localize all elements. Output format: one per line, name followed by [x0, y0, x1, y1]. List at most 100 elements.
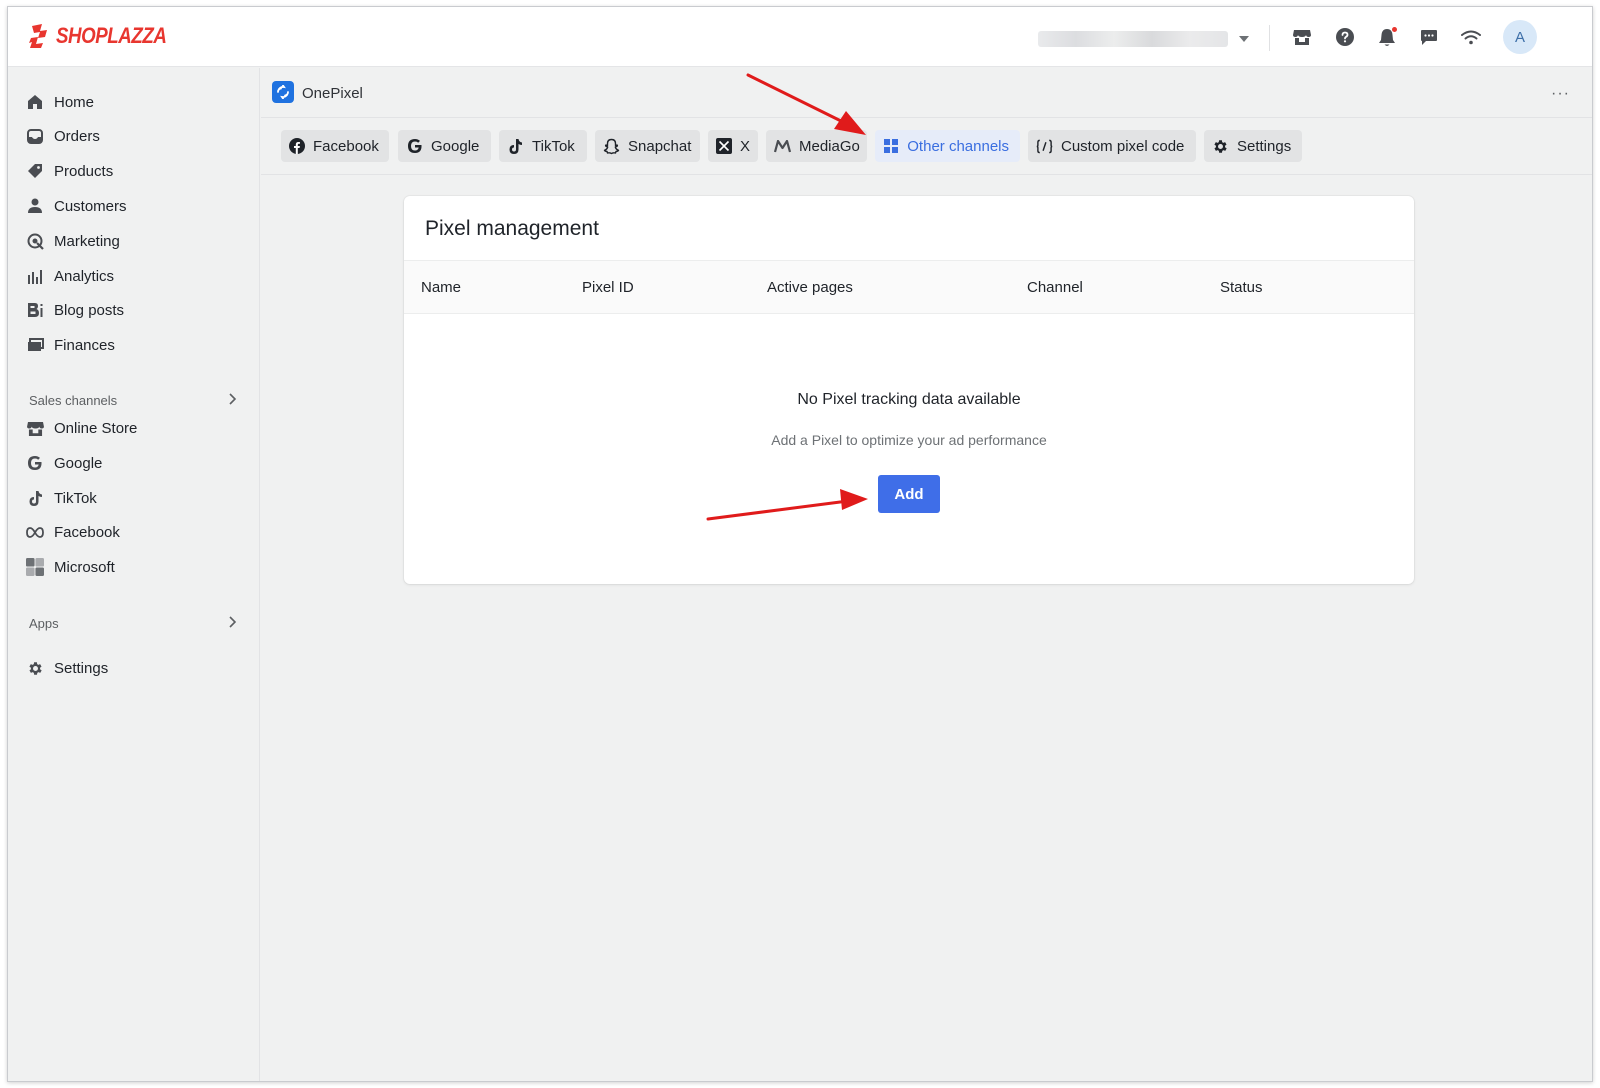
- help-icon[interactable]: [1334, 26, 1356, 48]
- column-header-status: Status: [1220, 279, 1263, 296]
- chevron-down-icon[interactable]: [1236, 31, 1252, 47]
- card-title: Pixel management: [425, 217, 599, 240]
- sidebar-item-finances[interactable]: Finances: [26, 331, 115, 359]
- gear-icon: [1212, 138, 1229, 155]
- finances-icon: [26, 336, 44, 354]
- sidebar-item-label: Facebook: [54, 523, 120, 541]
- sidebar-item-label: Home: [54, 93, 95, 111]
- bell-icon[interactable]: [1376, 26, 1398, 48]
- store-icon[interactable]: [1291, 26, 1313, 48]
- empty-state-subtitle: Add a Pixel to optimize your ad performa…: [771, 432, 1047, 448]
- tab-x[interactable]: X: [708, 130, 758, 162]
- sidebar-item-online-store[interactable]: Online Store: [26, 414, 137, 442]
- tab-label: X: [740, 137, 751, 155]
- tab-label: Google: [431, 137, 480, 155]
- app-header: OnePixel ···: [261, 68, 1592, 118]
- tab-label: Settings: [1237, 137, 1292, 155]
- blog-icon: [26, 301, 44, 319]
- sidebar-item-label: Online Store: [54, 419, 138, 437]
- notification-dot: [1392, 27, 1397, 32]
- snapchat-icon: [603, 138, 620, 155]
- tab-google[interactable]: Google: [398, 130, 491, 162]
- chevron-right-icon[interactable]: [226, 393, 238, 405]
- google-icon: [26, 454, 44, 472]
- add-pixel-button[interactable]: Add: [878, 475, 940, 513]
- sidebar-item-analytics[interactable]: Analytics: [26, 262, 114, 290]
- sidebar-item-products[interactable]: Products: [26, 157, 113, 185]
- more-options-icon[interactable]: ···: [1551, 85, 1570, 103]
- tab-label: TikTok: [532, 137, 575, 155]
- google-icon: [406, 138, 423, 155]
- sidebar-item-tiktok[interactable]: TikTok: [26, 484, 97, 512]
- column-header-name: Name: [421, 279, 462, 296]
- code-icon: [1036, 138, 1053, 155]
- chat-icon[interactable]: [1418, 26, 1440, 48]
- divider: [1269, 25, 1270, 51]
- tab-label: Facebook: [313, 137, 379, 155]
- microsoft-icon: [26, 558, 44, 576]
- app-title: OnePixel: [302, 85, 363, 102]
- marketing-icon: [26, 232, 44, 250]
- avatar[interactable]: A: [1503, 20, 1537, 54]
- sidebar-item-label: TikTok: [54, 489, 97, 507]
- tab-label: Custom pixel code: [1061, 137, 1185, 155]
- sidebar-item-blog-posts[interactable]: Blog posts: [26, 296, 124, 324]
- sidebar-item-label: Customers: [54, 197, 127, 215]
- sidebar-item-label: Marketing: [54, 232, 120, 250]
- gear-icon: [26, 659, 44, 677]
- logo-mark-icon: [29, 24, 47, 48]
- top-bar: SHOPLAZZA A: [8, 7, 1592, 67]
- sidebar-item-google[interactable]: Google: [26, 449, 102, 477]
- tab-settings[interactable]: Settings: [1204, 130, 1302, 162]
- store-selector[interactable]: [1038, 31, 1228, 47]
- sidebar-item-orders[interactable]: Orders: [26, 122, 100, 150]
- tag-icon: [26, 162, 44, 180]
- sidebar-item-facebook[interactable]: Facebook: [26, 518, 120, 546]
- tab-label: Other channels: [907, 137, 1009, 155]
- sidebar-item-label: Orders: [54, 127, 100, 145]
- column-header-active-pages: Active pages: [767, 279, 853, 296]
- sidebar-item-label: Settings: [54, 659, 109, 677]
- column-header-pixel-id: Pixel ID: [582, 279, 634, 296]
- empty-state-title: No Pixel tracking data available: [797, 391, 1021, 408]
- tab-label: MediaGo: [799, 137, 860, 155]
- wifi-icon[interactable]: [1460, 26, 1482, 48]
- person-icon: [26, 197, 44, 215]
- home-icon: [26, 93, 44, 111]
- sidebar-item-customers[interactable]: Customers: [26, 192, 127, 220]
- sidebar-item-label: Google: [54, 454, 103, 472]
- grid-icon: [883, 138, 899, 155]
- logo-text: SHOPLAZZA: [56, 23, 167, 48]
- sidebar-item-settings[interactable]: Settings: [26, 654, 108, 682]
- table-header: Name Pixel ID Active pages Channel Statu…: [404, 260, 1414, 314]
- tab-other-channels[interactable]: Other channels: [875, 130, 1020, 162]
- tab-tiktok[interactable]: TikTok: [499, 130, 587, 162]
- sidebar-item-marketing[interactable]: Marketing: [26, 227, 120, 255]
- sidebar-item-label: Microsoft: [54, 558, 115, 576]
- sidebar-item-home[interactable]: Home: [26, 88, 94, 116]
- channel-tabs: Facebook Google TikTok Snapchat X MediaG…: [261, 119, 1592, 175]
- app-window: SHOPLAZZA A Home Orders Products Custome…: [7, 6, 1593, 1082]
- meta-icon: [26, 523, 44, 541]
- tab-mediago[interactable]: MediaGo: [766, 130, 867, 162]
- sidebar: Home Orders Products Customers Marketing…: [8, 68, 260, 1081]
- sidebar-item-microsoft[interactable]: Microsoft: [26, 553, 115, 581]
- orders-icon: [26, 127, 44, 145]
- tiktok-icon: [26, 489, 44, 507]
- tab-facebook[interactable]: Facebook: [281, 130, 389, 162]
- x-icon: [716, 138, 732, 155]
- chevron-right-icon[interactable]: [226, 616, 238, 628]
- onepixel-logo-icon: [272, 81, 294, 103]
- tab-custom-pixel-code[interactable]: Custom pixel code: [1028, 130, 1196, 162]
- bar-chart-icon: [26, 267, 44, 285]
- shoplazza-logo[interactable]: SHOPLAZZA: [28, 23, 186, 49]
- pixel-management-card: Pixel management Name Pixel ID Active pa…: [404, 196, 1414, 584]
- sidebar-item-label: Blog posts: [54, 301, 125, 319]
- tab-snapchat[interactable]: Snapchat: [595, 130, 700, 162]
- sidebar-item-label: Products: [54, 162, 114, 180]
- sales-channels-title: Sales channels: [29, 393, 118, 408]
- tiktok-icon: [507, 138, 524, 155]
- sidebar-item-label: Finances: [54, 336, 115, 354]
- column-header-channel: Channel: [1027, 279, 1083, 296]
- tab-label: Snapchat: [628, 137, 692, 155]
